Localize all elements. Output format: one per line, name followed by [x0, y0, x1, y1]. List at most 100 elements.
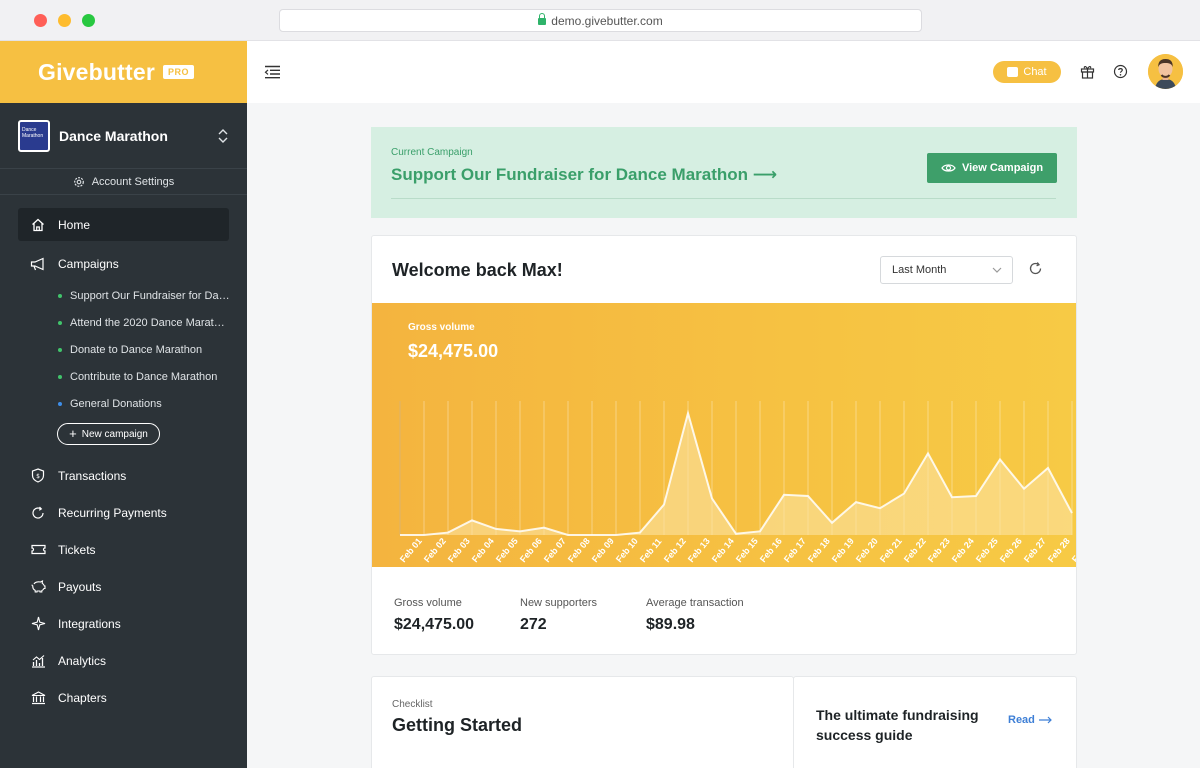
- data-point[interactable]: [855, 501, 858, 504]
- url-text: demo.givebutter.com: [551, 13, 663, 28]
- nav-transactions[interactable]: $ Transactions: [0, 457, 247, 494]
- data-point[interactable]: [999, 458, 1002, 461]
- x-tick-label: Feb 07: [542, 536, 568, 564]
- x-tick-label: Feb 11: [638, 536, 664, 564]
- data-point[interactable]: [687, 412, 690, 415]
- data-point[interactable]: [735, 532, 738, 535]
- data-point[interactable]: [567, 534, 570, 537]
- nav-integrations[interactable]: Integrations: [0, 605, 247, 642]
- lock-icon: [538, 13, 547, 25]
- stat-value: $89.98: [646, 616, 695, 633]
- data-point[interactable]: [711, 497, 714, 500]
- data-point[interactable]: [591, 534, 594, 537]
- gift-icon[interactable]: [1080, 64, 1095, 79]
- x-tick-label: Feb 06: [518, 536, 544, 564]
- data-point[interactable]: [543, 526, 546, 529]
- nav-campaigns-label: Campaigns: [58, 256, 119, 271]
- data-point[interactable]: [951, 496, 954, 499]
- view-campaign-label: View Campaign: [961, 162, 1044, 174]
- minimize-window-button[interactable]: [58, 14, 71, 27]
- refresh-cycle-icon: [30, 505, 46, 521]
- menu-icon[interactable]: [264, 65, 281, 79]
- stat-label: New supporters: [520, 597, 598, 609]
- brand-header[interactable]: Givebutter PRO: [0, 41, 247, 103]
- stat-label: Average transaction: [646, 597, 744, 609]
- data-point[interactable]: [663, 503, 666, 506]
- campaign-item[interactable]: Support Our Fundraiser for Dance Maratho…: [0, 282, 230, 309]
- chevron-down-icon: [992, 267, 1002, 273]
- checklist-title: Getting Started: [392, 715, 523, 735]
- data-point[interactable]: [639, 531, 642, 534]
- x-tick-label: Feb 18: [806, 536, 832, 564]
- nav-campaigns[interactable]: Campaigns: [0, 245, 247, 282]
- data-point[interactable]: [807, 495, 810, 498]
- current-campaign-banner: Current Campaign Support Our Fundraiser …: [371, 127, 1077, 218]
- view-campaign-button[interactable]: View Campaign: [927, 153, 1057, 183]
- checklist-kicker: Checklist: [392, 699, 433, 710]
- campaign-item[interactable]: Attend the 2020 Dance Marathon: [0, 309, 230, 336]
- data-point[interactable]: [783, 493, 786, 496]
- nav-chapters[interactable]: Chapters: [0, 679, 247, 716]
- new-campaign-label: New campaign: [81, 428, 148, 440]
- period-select-value: Last Month: [892, 264, 947, 276]
- chart-title: Gross volume: [408, 322, 475, 333]
- maximize-window-button[interactable]: [82, 14, 95, 27]
- data-point[interactable]: [495, 527, 498, 530]
- x-tick-label: Feb 27: [1022, 536, 1048, 564]
- x-tick-label: Feb 23: [926, 536, 952, 564]
- nav-recurring-payments[interactable]: Recurring Payments: [0, 494, 247, 531]
- piggy-bank-icon: [30, 579, 46, 595]
- campaign-item-label: Attend the 2020 Dance Marathon: [70, 316, 230, 329]
- current-campaign-title[interactable]: Support Our Fundraiser for Dance Maratho…: [391, 165, 777, 185]
- data-point[interactable]: [1071, 512, 1074, 515]
- org-switcher[interactable]: Dance Marathon Dance Marathon: [0, 103, 247, 169]
- stat-value: 272: [520, 616, 547, 633]
- data-point[interactable]: [399, 534, 402, 537]
- data-point[interactable]: [879, 507, 882, 510]
- x-tick-label: Feb 20: [854, 536, 880, 564]
- data-point[interactable]: [615, 534, 618, 537]
- help-icon[interactable]: [1113, 64, 1128, 79]
- chat-label: Chat: [1023, 66, 1047, 78]
- data-point[interactable]: [447, 531, 450, 534]
- campaign-item-label: Contribute to Dance Marathon: [70, 370, 218, 383]
- guide-title: The ultimate fundraising success guide: [816, 707, 979, 743]
- close-window-button[interactable]: [34, 14, 47, 27]
- account-settings-link[interactable]: Account Settings: [0, 169, 247, 195]
- status-dot: [58, 374, 62, 379]
- nav-payouts-label: Payouts: [58, 579, 102, 594]
- avatar[interactable]: [1148, 54, 1183, 89]
- data-point[interactable]: [903, 492, 906, 495]
- new-campaign-button[interactable]: + New campaign: [57, 423, 160, 445]
- x-tick-label: Feb 28: [1046, 536, 1072, 564]
- data-point[interactable]: [927, 452, 930, 455]
- nav-payouts[interactable]: Payouts: [0, 568, 247, 605]
- data-point[interactable]: [1023, 487, 1026, 490]
- address-bar[interactable]: demo.givebutter.com: [279, 9, 922, 32]
- x-tick-label: Feb 29: [1070, 536, 1077, 564]
- read-guide-link[interactable]: Read: [1008, 714, 1053, 726]
- campaign-item[interactable]: General Donations: [0, 390, 230, 417]
- nav-home-label: Home: [58, 217, 91, 232]
- nav-home[interactable]: Home: [18, 208, 229, 241]
- data-point[interactable]: [471, 519, 474, 522]
- campaign-item-label: General Donations: [70, 397, 162, 410]
- x-tick-label: Feb 05: [494, 536, 520, 564]
- x-tick-label: Feb 17: [782, 536, 808, 564]
- campaign-item[interactable]: Donate to Dance Marathon: [0, 336, 230, 363]
- x-tick-label: Feb 14: [710, 536, 736, 564]
- nav-tickets[interactable]: Tickets: [0, 531, 247, 568]
- top-bar: Chat: [247, 41, 1200, 103]
- data-point[interactable]: [975, 495, 978, 498]
- nav-analytics[interactable]: Analytics: [0, 642, 247, 679]
- refresh-icon[interactable]: [1028, 261, 1043, 276]
- data-point[interactable]: [423, 534, 426, 537]
- data-point[interactable]: [1047, 467, 1050, 470]
- data-point[interactable]: [519, 530, 522, 533]
- campaign-item[interactable]: Contribute to Dance Marathon: [0, 363, 230, 390]
- period-select[interactable]: Last Month: [880, 256, 1013, 284]
- chat-button[interactable]: Chat: [993, 61, 1061, 83]
- stat-value: $24,475.00: [394, 616, 475, 633]
- data-point[interactable]: [759, 530, 762, 533]
- data-point[interactable]: [831, 521, 834, 524]
